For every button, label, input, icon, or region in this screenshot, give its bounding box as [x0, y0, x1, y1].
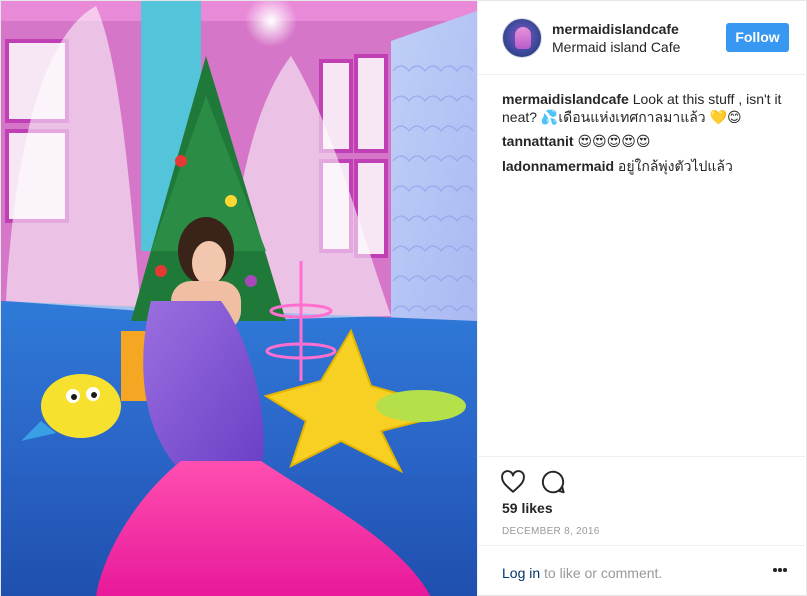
add-comment-bar: Log in to like or comment. — [478, 545, 807, 596]
post-photo-illustration — [1, 1, 477, 596]
avatar[interactable] — [502, 18, 542, 58]
post-date: DECEMBER 8, 2016 — [502, 526, 600, 537]
login-link[interactable]: Log in — [502, 565, 540, 581]
post-actions: 59 likes DECEMBER 8, 2016 Log in to like… — [478, 456, 807, 596]
instagram-post: mermaidislandcafe Mermaid island Cafe Fo… — [0, 0, 807, 596]
post-header: mermaidislandcafe Mermaid island Cafe Fo… — [478, 1, 807, 75]
comment-item: ladonnamermaid อยู่ใกล้พุ่งตัวไปแล้ว — [502, 157, 792, 175]
follow-button[interactable]: Follow — [726, 23, 789, 52]
login-prompt: Log in to like or comment. — [502, 565, 662, 581]
post-username[interactable]: mermaidislandcafe — [552, 21, 679, 37]
comment-username[interactable]: mermaidislandcafe — [502, 91, 629, 107]
comment-text: อยู่ใกล้พุ่งตัวไปแล้ว — [617, 158, 733, 174]
post-photo[interactable] — [1, 1, 477, 596]
comment-item: tannattanit 😍😍😍😍😍 — [502, 132, 792, 151]
comment-icon[interactable] — [540, 469, 568, 497]
post-sidebar: mermaidislandcafe Mermaid island Cafe Fo… — [477, 1, 807, 596]
comment-item: mermaidislandcafe Look at this stuff , i… — [502, 90, 792, 126]
more-dot — [783, 568, 787, 572]
login-suffix: to like or comment. — [540, 565, 663, 581]
comment-text: 😍😍😍😍😍 — [577, 134, 651, 150]
more-options-icon[interactable] — [773, 568, 787, 574]
likes-count[interactable]: 59 likes — [502, 500, 553, 516]
comments-list: mermaidislandcafe Look at this stuff , i… — [502, 90, 792, 181]
more-dot — [778, 568, 782, 572]
heart-icon[interactable] — [500, 469, 528, 497]
post-location[interactable]: Mermaid island Cafe — [552, 39, 680, 55]
comment-username[interactable]: tannattanit — [502, 133, 574, 149]
comment-username[interactable]: ladonnamermaid — [502, 158, 614, 174]
more-dot — [773, 568, 777, 572]
